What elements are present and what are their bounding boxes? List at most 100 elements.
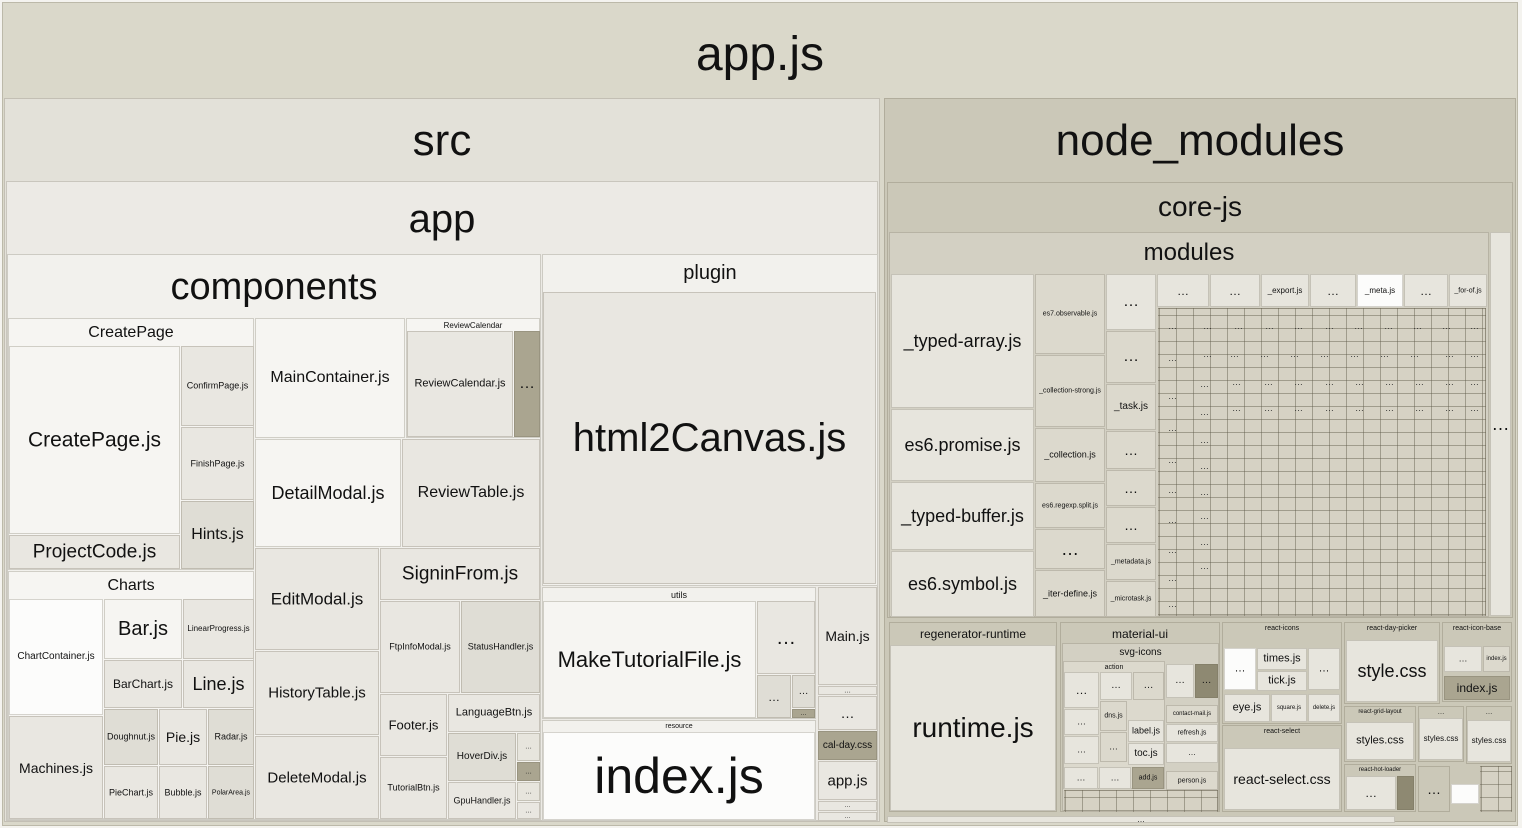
file-delete-js[interactable]: delete.js [1308, 694, 1340, 722]
modules-more-c[interactable]: … [1106, 331, 1156, 383]
misc-more-c[interactable]: … [818, 801, 877, 811]
file-for-of-js[interactable]: _for-of.js [1449, 274, 1487, 307]
file-react-select-css[interactable]: react-select.css [1224, 748, 1340, 810]
file-small-c[interactable]: … [517, 782, 540, 801]
file-machines-js[interactable]: Machines.js [9, 716, 103, 819]
file-add-js[interactable]: add.js [1132, 767, 1164, 789]
modules-more-e[interactable]: … [1106, 470, 1156, 506]
file-linearprogress-js[interactable]: LinearProgress.js [183, 599, 254, 659]
svg-icons-small-grid[interactable] [1064, 790, 1218, 812]
file-collection-js[interactable]: _collection.js [1035, 428, 1105, 482]
misc-more-f[interactable] [1451, 784, 1479, 804]
utils-more-a[interactable]: … [757, 601, 815, 674]
file-metadata-js[interactable]: _metadata.js [1106, 544, 1156, 580]
file-bar-js[interactable]: Bar.js [104, 599, 182, 659]
utils-more-d[interactable]: … [792, 709, 815, 718]
modules-more-j[interactable]: … [1404, 274, 1448, 307]
file-piechart-js[interactable]: PieChart.js [104, 766, 158, 819]
file-small-b[interactable]: … [517, 762, 540, 781]
file-index-js-small[interactable]: index.js [1483, 646, 1510, 672]
misc-more-a[interactable]: … [818, 686, 877, 695]
file-dns-js[interactable]: dns.js [1100, 701, 1127, 731]
file-footer-js[interactable]: Footer.js [380, 694, 447, 756]
modules-more-b[interactable]: … [1106, 274, 1156, 330]
file-historytable-js[interactable]: HistoryTable.js [255, 651, 379, 735]
file-styles-css[interactable]: styles.css [1346, 722, 1414, 760]
file-pie-js[interactable]: Pie.js [159, 709, 207, 765]
file-typed-array-js[interactable]: _typed-array.js [891, 274, 1034, 408]
file-signinfrom-js[interactable]: SigninFrom.js [380, 548, 540, 600]
file-person-js[interactable]: person.js [1166, 771, 1218, 790]
core-js-small-modules-grid[interactable] [1158, 308, 1486, 616]
icons-more-e[interactable]: … [1064, 736, 1099, 764]
file-toc-js[interactable]: toc.js [1128, 743, 1164, 765]
reviewcalendar-more[interactable]: … [514, 331, 540, 437]
file-confirmpage-js[interactable]: ConfirmPage.js [181, 346, 254, 426]
file-style-css[interactable]: style.css [1346, 640, 1438, 702]
file-typed-buffer-js[interactable]: _typed-buffer.js [891, 482, 1034, 550]
react-small-grid[interactable] [1480, 766, 1512, 812]
file-index-js[interactable]: index.js [543, 732, 815, 820]
modules-more-i[interactable]: … [1310, 274, 1356, 307]
utils-more-c[interactable]: … [792, 675, 815, 708]
file-refresh-js[interactable]: refresh.js [1166, 724, 1218, 742]
node-modules-more[interactable]: … [887, 816, 1395, 823]
file-hoverdiv-js[interactable]: HoverDiv.js [448, 733, 516, 781]
icons-more-b[interactable]: … [1100, 672, 1132, 700]
file-hints-js[interactable]: Hints.js [181, 501, 254, 569]
file-iter-define-js[interactable]: _iter-define.js [1035, 570, 1105, 617]
file-editmodal-js[interactable]: EditModal.js [255, 548, 379, 650]
file-es7-observable-js[interactable]: es7.observable.js [1035, 274, 1105, 354]
file-radar-js[interactable]: Radar.js [208, 709, 254, 765]
file-doughnut-js[interactable]: Doughnut.js [104, 709, 158, 765]
file-chartcontainer-js[interactable]: ChartContainer.js [9, 599, 103, 715]
file-reviewtable-js[interactable]: ReviewTable.js [402, 439, 540, 547]
file-ftpinfomodal-js[interactable]: FtpInfoModal.js [380, 601, 460, 693]
core-js-more[interactable]: … [1490, 232, 1511, 616]
file-maketutorialfile-js[interactable]: MakeTutorialFile.js [543, 601, 756, 718]
hot-loader-more-b[interactable] [1397, 776, 1414, 810]
file-task-js[interactable]: _task.js [1106, 384, 1156, 430]
icons2-more-a[interactable]: … [1224, 648, 1256, 690]
modules-more-a[interactable]: … [1035, 529, 1105, 569]
file-label-js[interactable]: label.js [1128, 720, 1164, 742]
icons-more-g[interactable]: … [1064, 767, 1098, 789]
icons-more-j[interactable]: … [1195, 664, 1218, 698]
modules-more-d[interactable]: … [1106, 431, 1156, 469]
file-runtime-js[interactable]: runtime.js [890, 645, 1056, 811]
file-times-js[interactable]: times.js [1257, 648, 1307, 670]
file-deletemodal-js[interactable]: DeleteModal.js [255, 736, 379, 819]
file-polararea-js[interactable]: PolarArea.js [208, 766, 254, 819]
icons-more-d[interactable]: … [1064, 709, 1099, 735]
icons-more-k[interactable]: … [1166, 743, 1218, 763]
file-finishpage-js[interactable]: FinishPage.js [181, 427, 254, 500]
file-detailmodal-js[interactable]: DetailModal.js [255, 439, 401, 547]
icons-more-h[interactable]: … [1099, 767, 1131, 789]
file-createpage-js[interactable]: CreatePage.js [9, 346, 180, 534]
file-projectcode-js[interactable]: ProjectCode.js [9, 535, 180, 569]
file-microtask-js[interactable]: _microtask.js [1106, 581, 1156, 617]
file-small-a[interactable]: … [517, 733, 540, 761]
file-reviewcalendar-js[interactable]: ReviewCalendar.js [407, 331, 513, 437]
icons-more-i[interactable]: … [1166, 664, 1194, 698]
file-square-js[interactable]: square.js [1271, 694, 1307, 722]
file-html2canvas-js[interactable]: html2Canvas.js [543, 292, 876, 584]
file-bubble-js[interactable]: Bubble.js [159, 766, 207, 819]
file-languagebtn-js[interactable]: LanguageBtn.js [448, 694, 540, 732]
misc-more-b[interactable]: … [818, 696, 877, 730]
file-line-js[interactable]: Line.js [183, 660, 254, 708]
file-gpuhandler-js[interactable]: GpuHandler.js [448, 782, 516, 819]
misc-more-e[interactable]: … [1418, 766, 1450, 812]
icons3-more-a[interactable]: … [1444, 646, 1482, 672]
file-app-js-small[interactable]: app.js [818, 761, 877, 800]
file-tick-js[interactable]: tick.js [1257, 671, 1307, 691]
icons2-more-b[interactable]: … [1308, 648, 1340, 690]
modules-more-h[interactable]: … [1210, 274, 1260, 307]
file-styles-css-b[interactable]: styles.css [1419, 718, 1463, 760]
file-export-js[interactable]: _export.js [1261, 274, 1309, 307]
file-index-js-base[interactable]: index.js [1444, 676, 1510, 700]
file-contact-mail-js[interactable]: contact-mail.js [1166, 705, 1218, 723]
utils-more-b[interactable]: … [757, 675, 791, 718]
file-styles-css-c[interactable]: styles.css [1467, 720, 1511, 762]
file-main-js[interactable]: Main.js [818, 587, 877, 685]
